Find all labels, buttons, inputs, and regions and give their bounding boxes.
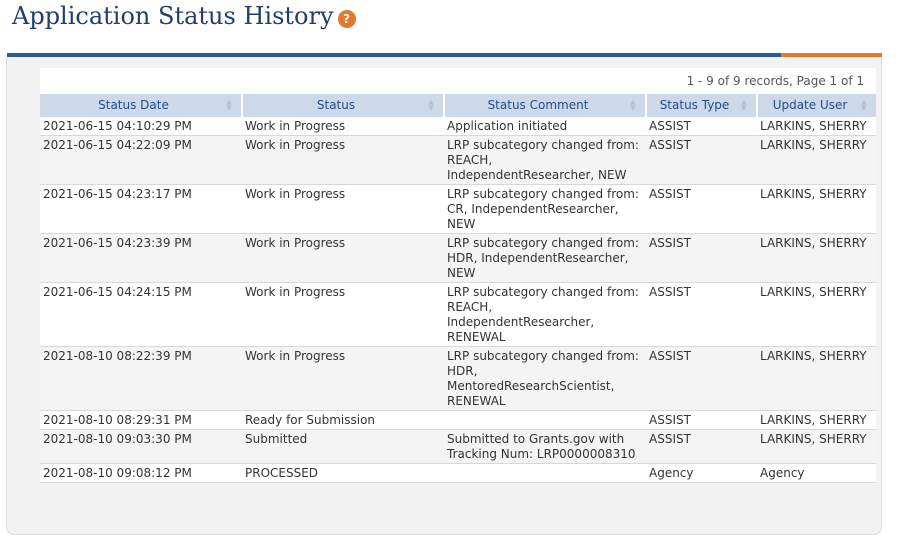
cell-status: Work in Progress xyxy=(242,233,444,283)
cell-status-date: 2021-08-10 09:03:30 PM xyxy=(40,429,242,464)
cell-status-date: 2021-06-15 04:22:09 PM xyxy=(40,135,242,185)
cell-status: Work in Progress xyxy=(242,135,444,185)
cell-status: Submitted xyxy=(242,429,444,464)
column-header-status-type[interactable]: Status Type ▲ ▼ xyxy=(646,94,758,117)
table-row: 2021-06-15 04:22:09 PM Work in Progress … xyxy=(40,135,876,185)
cell-status-comment xyxy=(444,463,646,483)
sort-icon[interactable]: ▲ ▼ xyxy=(860,99,868,112)
cell-status-type: ASSIST xyxy=(646,346,757,411)
column-header-update-user[interactable]: Update User ▲ ▼ xyxy=(757,94,876,117)
cell-status-comment: Submitted to Grants.gov with Tracking Nu… xyxy=(444,429,646,464)
cell-status: Work in Progress xyxy=(242,184,444,234)
cell-status-type: ASSIST xyxy=(646,184,757,234)
column-header-status-comment[interactable]: Status Comment ▲ ▼ xyxy=(444,94,647,117)
cell-status-date: 2021-06-15 04:24:15 PM xyxy=(40,282,242,347)
status-history-table: Status Date ▲ ▼ Status ▲ ▼ Status Comment ▲ ▼ … xyxy=(40,94,876,483)
cell-update-user: LARKINS, SHERRY xyxy=(757,282,876,347)
sort-icon[interactable]: ▲ ▼ xyxy=(740,99,748,112)
cell-status-date: 2021-08-10 08:22:39 PM xyxy=(40,346,242,411)
column-header-label: Update User xyxy=(772,98,848,112)
cell-status-date: 2021-06-15 04:23:39 PM xyxy=(40,233,242,283)
table-row: 2021-08-10 08:29:31 PM Ready for Submiss… xyxy=(40,410,876,430)
cell-status-type: Agency xyxy=(646,463,757,483)
cell-status-comment: Application initiated xyxy=(444,117,646,136)
column-header-label: Status Date xyxy=(98,98,169,112)
cell-status: Work in Progress xyxy=(242,117,444,136)
cell-update-user: LARKINS, SHERRY xyxy=(757,135,876,185)
column-header-status-date[interactable]: Status Date ▲ ▼ xyxy=(40,94,243,117)
records-info: 1 - 9 of 9 records, Page 1 of 1 xyxy=(40,68,876,94)
cell-update-user: LARKINS, SHERRY xyxy=(757,410,876,430)
column-header-label: Status Type xyxy=(659,98,730,112)
cell-status: Work in Progress xyxy=(242,346,444,411)
table-row: 2021-06-15 04:24:15 PM Work in Progress … xyxy=(40,282,876,347)
cell-status: PROCESSED xyxy=(242,463,444,483)
table-row: 2021-06-15 04:23:39 PM Work in Progress … xyxy=(40,233,876,283)
sort-icon[interactable]: ▲ ▼ xyxy=(225,99,233,112)
cell-status-type: ASSIST xyxy=(646,282,757,347)
sort-icon[interactable]: ▲ ▼ xyxy=(427,99,435,112)
table-row: 2021-06-15 04:10:29 PM Work in Progress … xyxy=(40,117,876,136)
table-row: 2021-08-10 08:22:39 PM Work in Progress … xyxy=(40,346,876,411)
cell-update-user: LARKINS, SHERRY xyxy=(757,117,876,136)
cell-status-date: 2021-08-10 09:08:12 PM xyxy=(40,463,242,483)
cell-update-user: Agency xyxy=(757,463,876,483)
cell-status-comment: LRP subcategory changed from: REACH, Ind… xyxy=(444,282,646,347)
table-row: 2021-06-15 04:23:17 PM Work in Progress … xyxy=(40,184,876,234)
cell-update-user: LARKINS, SHERRY xyxy=(757,184,876,234)
table-row: 2021-08-10 09:08:12 PM PROCESSED Agency … xyxy=(40,463,876,483)
column-header-status[interactable]: Status ▲ ▼ xyxy=(242,94,445,117)
cell-status-type: ASSIST xyxy=(646,135,757,185)
cell-status: Ready for Submission xyxy=(242,410,444,430)
page-title: Application Status History? xyxy=(12,0,356,32)
cell-status-date: 2021-06-15 04:23:17 PM xyxy=(40,184,242,234)
column-header-label: Status xyxy=(316,98,356,112)
cell-status-comment: LRP subcategory changed from: REACH, Ind… xyxy=(444,135,646,185)
cell-status-comment: LRP subcategory changed from: CR, Indepe… xyxy=(444,184,646,234)
cell-status-comment xyxy=(444,410,646,430)
cell-update-user: LARKINS, SHERRY xyxy=(757,233,876,283)
table-header-row: Status Date ▲ ▼ Status ▲ ▼ Status Comment ▲ ▼ … xyxy=(40,94,876,117)
cell-update-user: LARKINS, SHERRY xyxy=(757,429,876,464)
cell-status-date: 2021-06-15 04:10:29 PM xyxy=(40,117,242,136)
cell-status-date: 2021-08-10 08:29:31 PM xyxy=(40,410,242,430)
table-row: 2021-08-10 09:03:30 PM Submitted Submitt… xyxy=(40,429,876,464)
page-title-text: Application Status History xyxy=(12,2,334,30)
cell-status-type: ASSIST xyxy=(646,233,757,283)
column-header-label: Status Comment xyxy=(487,98,589,112)
cell-status-comment: LRP subcategory changed from: HDR, Mento… xyxy=(444,346,646,411)
help-icon[interactable]: ? xyxy=(337,10,356,28)
sort-icon[interactable]: ▲ ▼ xyxy=(629,99,637,112)
cell-status-type: ASSIST xyxy=(646,410,757,430)
cell-status-type: ASSIST xyxy=(646,117,757,136)
cell-status-comment: LRP subcategory changed from: HDR, Indep… xyxy=(444,233,646,283)
cell-status: Work in Progress xyxy=(242,282,444,347)
cell-update-user: LARKINS, SHERRY xyxy=(757,346,876,411)
cell-status-type: ASSIST xyxy=(646,429,757,464)
